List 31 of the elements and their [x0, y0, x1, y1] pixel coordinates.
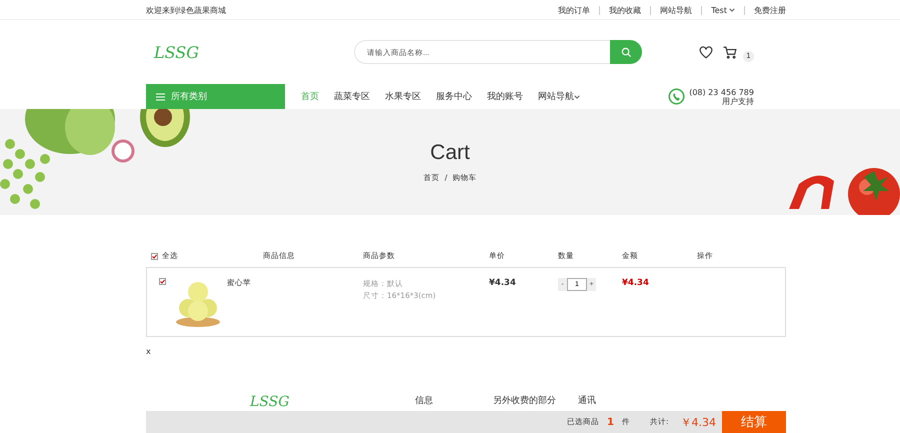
unit-price: ¥4.34: [489, 278, 517, 288]
nav-link[interactable]: 我的账号: [487, 90, 523, 103]
nav-link[interactable]: 蔬菜专区: [334, 90, 370, 103]
phone-icon: [668, 88, 686, 105]
item-checkbox[interactable]: [159, 278, 166, 285]
footer-heading: 另外收费的部分: [493, 394, 556, 408]
footer-heading: 信息: [415, 394, 433, 408]
welcome-text: 欢迎来到绿色蔬果商城: [146, 4, 226, 16]
phone-number: (08) 23 456 789: [689, 88, 754, 96]
select-all-checkbox[interactable]: [151, 252, 158, 260]
top-link[interactable]: 网站导航: [650, 6, 702, 14]
support-label: 用户支持: [722, 96, 754, 106]
line-total: ¥4.34: [622, 278, 650, 288]
nav-link[interactable]: 水果专区: [385, 90, 421, 103]
top-link[interactable]: 我的订单: [549, 6, 600, 14]
page-title: Cart: [430, 141, 470, 165]
selected-count: 1: [607, 416, 614, 428]
total-amount: ￥4.34: [680, 414, 716, 430]
menu-icon: [156, 92, 165, 100]
footer-heading: 通讯: [578, 394, 596, 408]
heart-icon[interactable]: [699, 46, 713, 58]
top-link[interactable]: 免费注册: [744, 6, 786, 14]
footer-logo: LSSG: [250, 394, 290, 410]
stray-text: x: [146, 347, 152, 356]
nav-link[interactable]: 网站导航: [538, 90, 580, 103]
cart-icon[interactable]: [723, 46, 737, 58]
top-link[interactable]: Test: [701, 6, 744, 14]
search-icon: [620, 46, 632, 58]
nav-link[interactable]: 服务中心: [436, 90, 472, 103]
search-button[interactable]: [610, 40, 642, 64]
top-link[interactable]: 我的收藏: [599, 6, 650, 14]
